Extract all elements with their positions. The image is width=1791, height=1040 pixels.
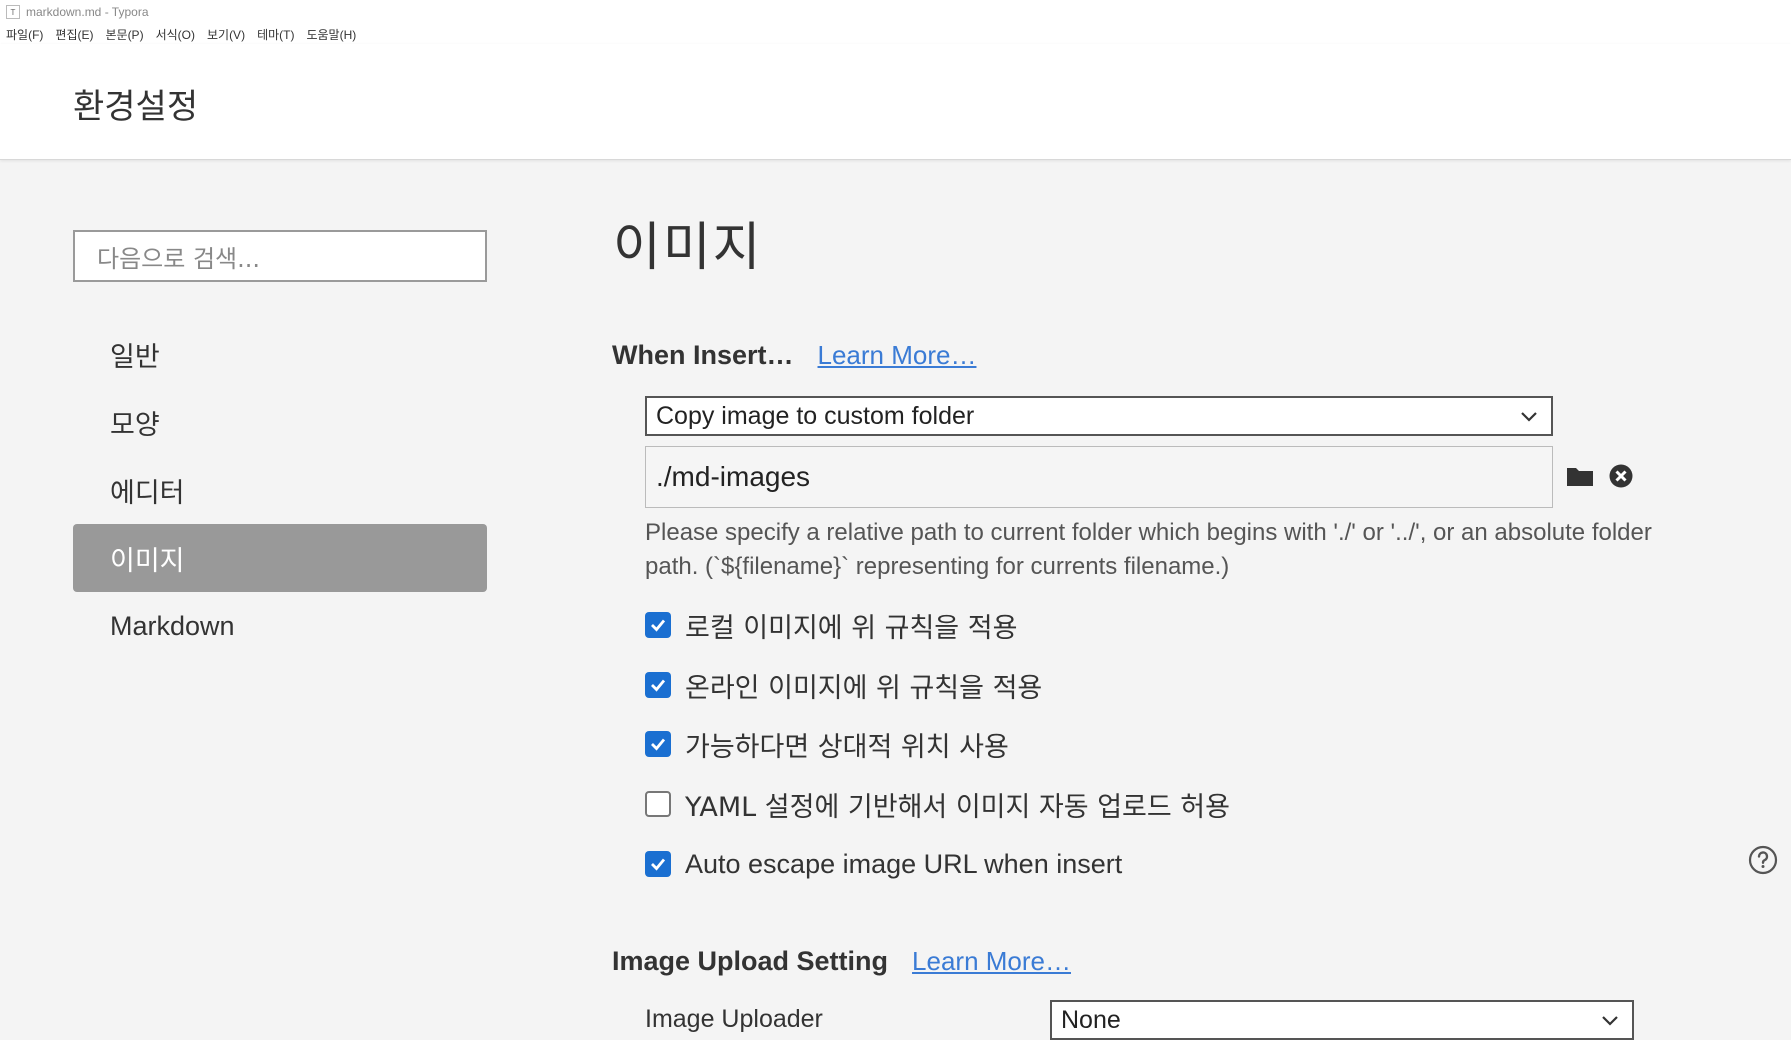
option-apply-local[interactable]: 로컬 이미지에 위 규칙을 적용: [645, 608, 1018, 644]
image-uploader-select[interactable]: None: [1050, 1000, 1634, 1040]
menu-format[interactable]: 서식(O): [150, 26, 201, 43]
sidebar-item-markdown[interactable]: Markdown: [73, 592, 487, 660]
option-label: YAML 설정에 기반해서 이미지 자동 업로드 허용: [685, 791, 1230, 823]
option-auto-escape-url[interactable]: Auto escape image URL when insert: [645, 847, 1122, 881]
menu-theme[interactable]: 테마(T): [251, 26, 300, 43]
sidebar-item-editor[interactable]: 에디터: [73, 456, 487, 524]
menu-help[interactable]: 도움말(H): [300, 26, 362, 43]
help-icon[interactable]: [1748, 845, 1778, 875]
image-upload-learn-more-link[interactable]: Learn More…: [912, 946, 1071, 977]
sidebar-item-general[interactable]: 일반: [73, 320, 487, 388]
when-insert-learn-more-link[interactable]: Learn More…: [818, 340, 977, 371]
menu-edit[interactable]: 편집(E): [49, 26, 99, 43]
image-upload-section: Image Upload Setting Learn More…: [612, 946, 1071, 977]
chevron-down-icon: [1602, 1016, 1618, 1026]
sidebar-item-image[interactable]: 이미지: [73, 524, 487, 592]
chevron-down-icon: [1521, 412, 1537, 422]
option-label: 온라인 이미지에 위 규칙을 적용: [685, 672, 1043, 704]
menu-paragraph[interactable]: 본문(P): [99, 26, 149, 43]
close-circle-icon[interactable]: [1609, 464, 1633, 488]
menu-view[interactable]: 보기(V): [201, 26, 251, 43]
insert-action-select[interactable]: Copy image to custom folder: [645, 396, 1553, 436]
option-apply-online[interactable]: 온라인 이미지에 위 규칙을 적용: [645, 668, 1043, 704]
custom-folder-input[interactable]: ./md-images: [645, 446, 1553, 508]
checkbox-checked-icon[interactable]: [645, 731, 671, 757]
checkbox-checked-icon[interactable]: [645, 612, 671, 638]
preferences-title: 환경설정: [73, 87, 199, 127]
folder-path-hint: Please specify a relative path to curren…: [645, 519, 1652, 580]
sidebar-item-appearance[interactable]: 모양: [73, 388, 487, 456]
window-title: markdown.md - Typora: [26, 5, 149, 19]
title-bar: T markdown.md - Typora: [0, 0, 1791, 24]
page-title: 이미지: [613, 218, 763, 278]
menu-bar: 파일(F) 편집(E) 본문(P) 서식(O) 보기(V) 테마(T) 도움말(…: [0, 24, 1791, 44]
option-label: Auto escape image URL when insert: [685, 848, 1123, 879]
settings-sidebar: 일반 모양 에디터 이미지 Markdown: [73, 320, 487, 660]
menu-file[interactable]: 파일(F): [0, 26, 49, 43]
option-label: 로컬 이미지에 위 규칙을 적용: [685, 612, 1018, 644]
preferences-header: 환경설정: [0, 44, 1791, 160]
checkbox-checked-icon[interactable]: [645, 672, 671, 698]
option-yaml-auto-upload[interactable]: YAML 설정에 기반해서 이미지 자동 업로드 허용: [645, 787, 1230, 823]
option-relative-path[interactable]: 가능하다면 상대적 위치 사용: [645, 727, 1009, 763]
when-insert-section: When Insert… Learn More…: [612, 340, 976, 371]
image-uploader-label: Image Uploader: [645, 1005, 823, 1033]
insert-action-value: Copy image to custom folder: [656, 401, 975, 430]
checkbox-unchecked-icon[interactable]: [645, 791, 671, 817]
option-label: 가능하다면 상대적 위치 사용: [685, 731, 1009, 763]
folder-icon[interactable]: [1566, 464, 1594, 488]
image-uploader-value: None: [1061, 1005, 1121, 1034]
typora-app-icon: T: [6, 5, 20, 19]
settings-search-input[interactable]: 다음으로 검색...: [73, 230, 487, 282]
checkbox-checked-icon[interactable]: [645, 851, 671, 877]
when-insert-heading: When Insert…: [612, 340, 794, 370]
image-upload-heading: Image Upload Setting: [612, 946, 889, 976]
